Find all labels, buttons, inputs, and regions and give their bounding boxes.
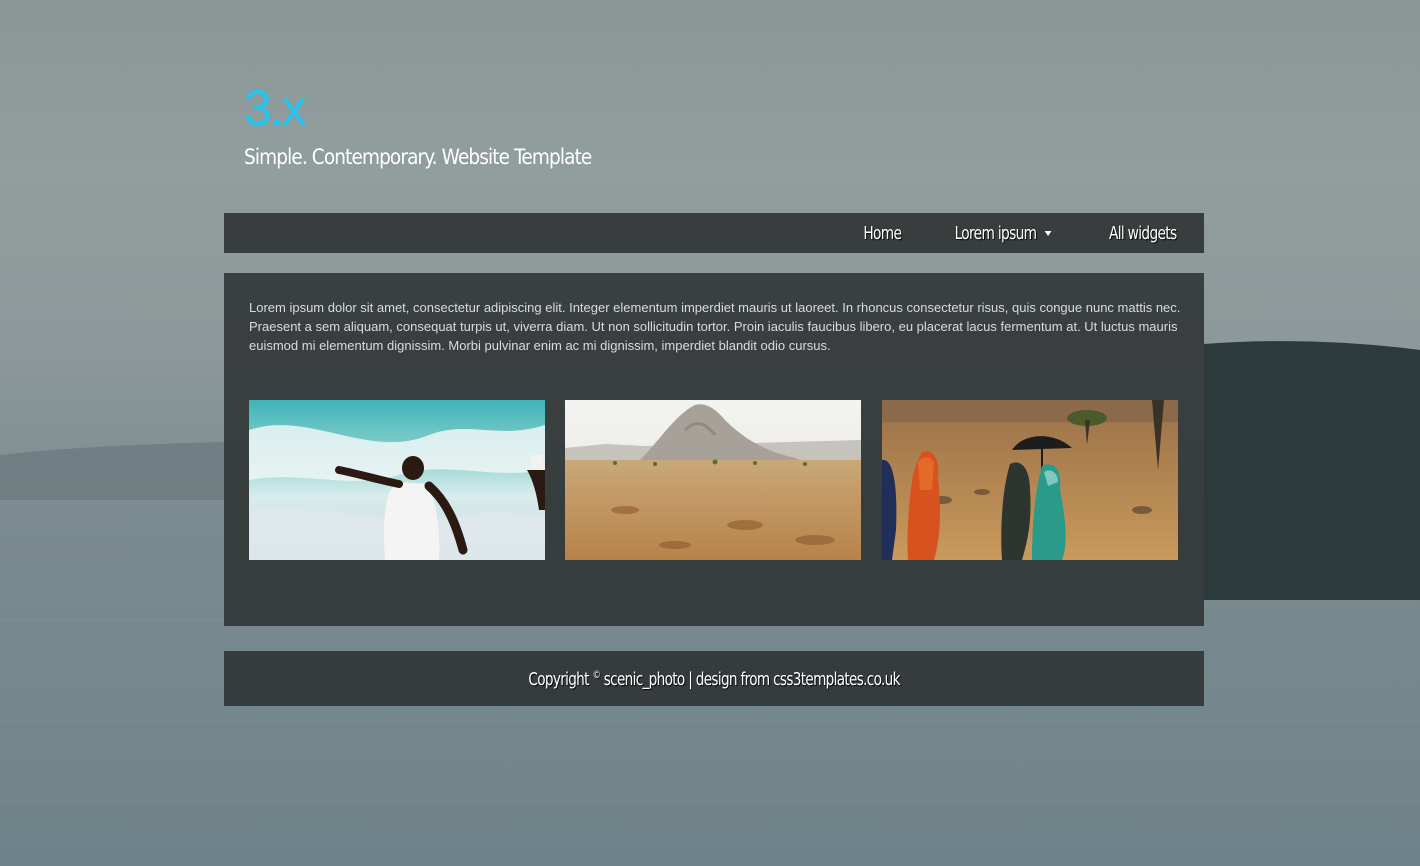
nav-item-label: Lorem ipsum (954, 222, 1037, 244)
nav-menu: Home Lorem ipsum All widgets (818, 213, 1182, 253)
nav-item-all-widgets[interactable]: All widgets (1108, 223, 1176, 244)
nav-item-lorem-ipsum[interactable]: Lorem ipsum (955, 223, 1052, 244)
chevron-down-icon (1045, 230, 1052, 236)
nav-item-home[interactable]: Home (863, 222, 902, 244)
nav-item-label: Home (863, 222, 902, 244)
footer-copyright-prefix: Copyright (528, 668, 589, 690)
footer-copyright: Copyright © scenic_photo | design from c… (528, 667, 901, 690)
copyright-symbol: © (592, 667, 601, 681)
intro-paragraph: Lorem ipsum dolor sit amet, consectetur … (249, 300, 1181, 353)
footer-design-credit-link[interactable]: design from css3templates.co.uk (696, 669, 901, 690)
footer-separator: | (688, 668, 693, 690)
gallery-image-desert-mountain[interactable] (565, 400, 861, 560)
nav-item-label: All widgets (1108, 222, 1177, 244)
main-content: Lorem ipsum dolor sit amet, consectetur … (224, 273, 1204, 626)
footer-owner-link[interactable]: scenic_photo (604, 669, 685, 690)
navigation-bar: Home Lorem ipsum All widgets (224, 213, 1204, 253)
site-footer: Copyright © scenic_photo | design from c… (224, 651, 1204, 706)
gallery-image-people-walking[interactable] (882, 400, 1178, 560)
gallery-image-beach[interactable] (249, 400, 545, 560)
site-logo[interactable]: 3.x (244, 78, 307, 138)
site-tagline: Simple. Contemporary. Website Template (244, 145, 592, 169)
